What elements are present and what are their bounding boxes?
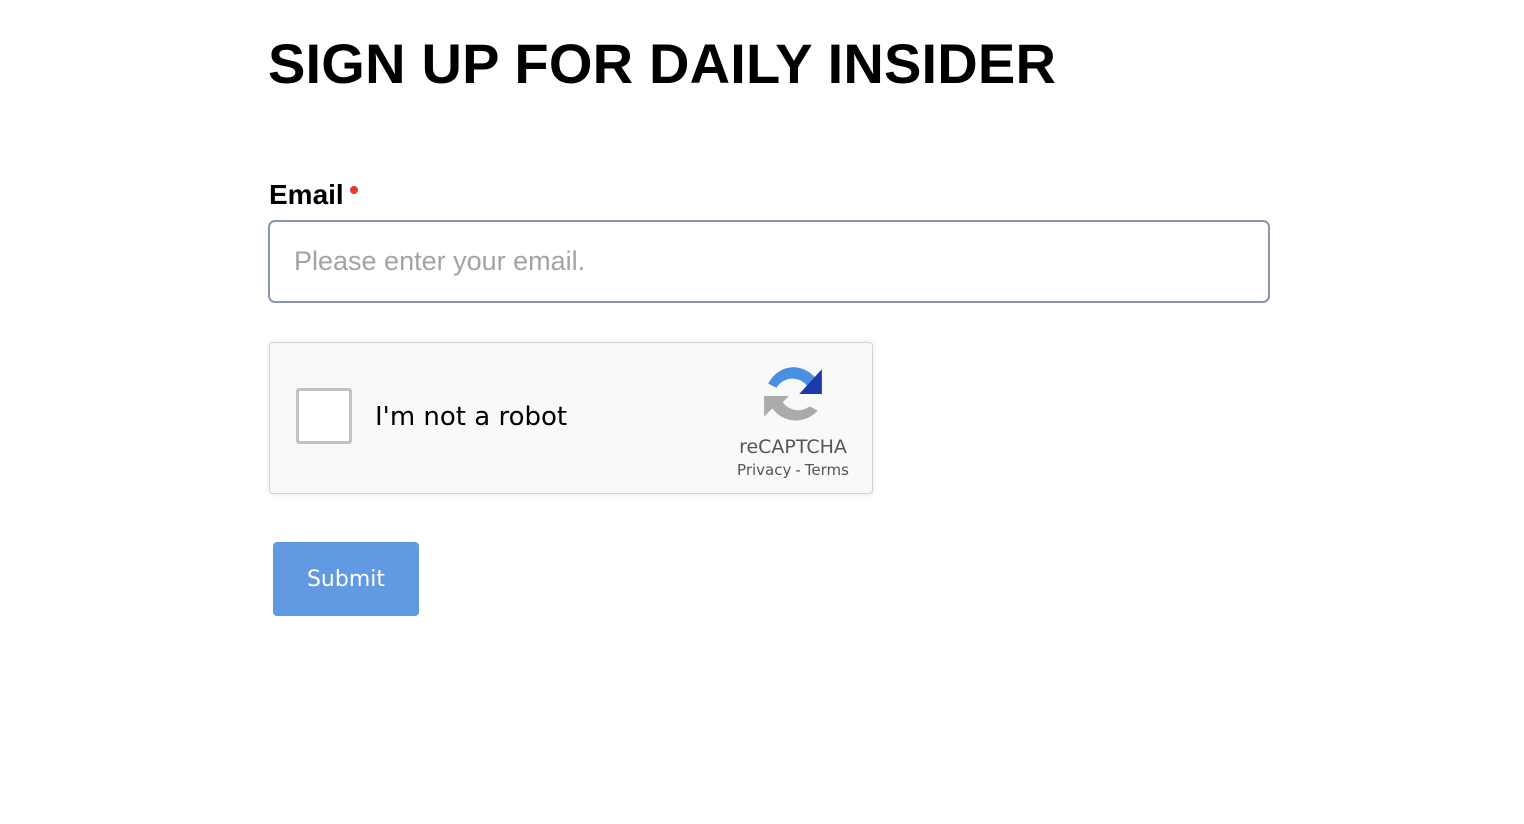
recaptcha-label: I'm not a robot xyxy=(375,402,568,432)
privacy-link[interactable]: Privacy xyxy=(737,461,791,479)
signup-page: SIGN UP FOR DAILY INSIDER Email I'm not … xyxy=(0,0,1524,824)
required-indicator xyxy=(350,186,358,194)
submit-button[interactable]: Submit xyxy=(273,542,419,616)
email-field[interactable] xyxy=(268,220,1270,303)
recaptcha-logo-icon xyxy=(764,367,822,421)
page-title: SIGN UP FOR DAILY INSIDER xyxy=(268,32,1057,95)
terms-link[interactable]: Terms xyxy=(805,461,849,479)
link-separator: - xyxy=(795,461,801,479)
recaptcha-widget: I'm not a robot reCAPTCHA Privacy - Terms xyxy=(269,342,873,494)
email-label: Email xyxy=(269,179,344,210)
recaptcha-checkbox[interactable] xyxy=(296,388,352,444)
recaptcha-brand: reCAPTCHA xyxy=(739,436,847,458)
recaptcha-links: Privacy - Terms xyxy=(710,461,876,479)
